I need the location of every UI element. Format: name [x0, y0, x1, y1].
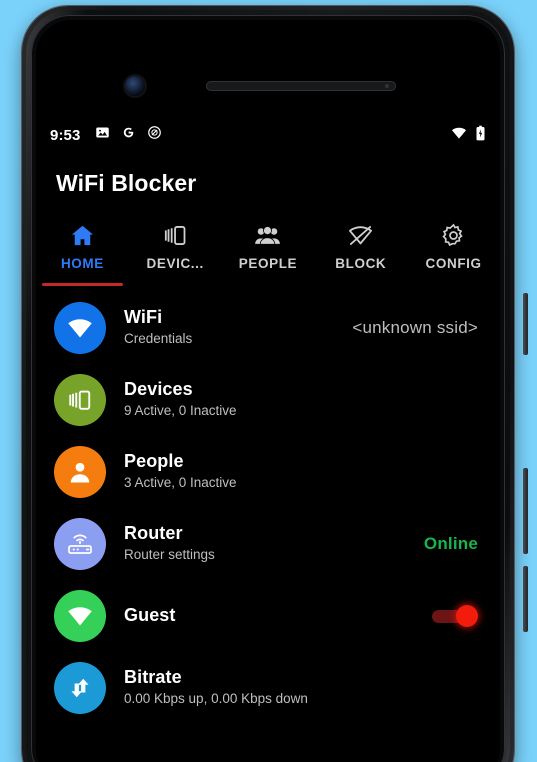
- status-badge: Online: [423, 534, 478, 553]
- tab-home[interactable]: HOME: [36, 210, 129, 295]
- status-bar: 9:53: [36, 120, 500, 150]
- devices-icon: [162, 220, 189, 250]
- wifi-ssid-value: <unknown ssid>: [352, 318, 478, 337]
- wifi-icon: [54, 302, 106, 354]
- list-item-text: Guest: [124, 605, 176, 627]
- home-list: WiFi Credentials <unknown ssid> Devices: [36, 292, 500, 724]
- list-item-router[interactable]: Router Router settings Online: [36, 508, 500, 580]
- list-item-title: Guest: [124, 605, 176, 626]
- list-item-text: Bitrate 0.00 Kbps up, 0.00 Kbps down: [124, 667, 308, 708]
- list-item-wifi[interactable]: WiFi Credentials <unknown ssid>: [36, 292, 500, 364]
- earpiece-speaker: [206, 81, 396, 91]
- list-item-text: Router Router settings: [124, 523, 215, 564]
- list-item-right: Online: [424, 534, 478, 554]
- screenshot-stage: 9:53 WiFi Blocker HOME DEVIC... PEOPLE B…: [0, 0, 537, 762]
- tab-label-config: CONFIG: [425, 256, 482, 271]
- power-button[interactable]: [523, 293, 528, 355]
- list-item-subtitle: Router settings: [124, 547, 215, 563]
- tab-active-indicator: [42, 283, 123, 286]
- status-bar-notification-icons: [95, 125, 162, 145]
- list-item-people[interactable]: People 3 Active, 0 Inactive: [36, 436, 500, 508]
- list-item-title: WiFi: [124, 307, 163, 328]
- up-down-arrows-icon: [54, 662, 106, 714]
- list-item-title: Bitrate: [124, 667, 182, 688]
- list-item-text: Devices 9 Active, 0 Inactive: [124, 379, 237, 420]
- wifi-off-icon: [347, 220, 374, 250]
- list-item-subtitle: 3 Active, 0 Inactive: [124, 475, 237, 491]
- wifi-icon: [451, 125, 467, 146]
- wifi-icon: [54, 590, 106, 642]
- list-item-devices[interactable]: Devices 9 Active, 0 Inactive: [36, 364, 500, 436]
- devices-icon: [54, 374, 106, 426]
- front-camera: [125, 76, 145, 96]
- tab-block[interactable]: BLOCK: [314, 210, 407, 295]
- list-item-title: People: [124, 451, 184, 472]
- list-item-title: Router: [124, 523, 183, 544]
- tab-bar: HOME DEVIC... PEOPLE BLOCK CONFIG: [36, 210, 500, 295]
- volume-up-button[interactable]: [523, 468, 528, 554]
- list-item-right: [432, 605, 478, 627]
- gear-icon: [440, 220, 467, 250]
- list-item-subtitle: 9 Active, 0 Inactive: [124, 403, 237, 419]
- list-item-right: <unknown ssid>: [352, 318, 478, 338]
- tab-people[interactable]: PEOPLE: [222, 210, 315, 295]
- list-item-subtitle: 0.00 Kbps up, 0.00 Kbps down: [124, 691, 308, 707]
- toggle-thumb: [456, 605, 478, 627]
- volume-down-button[interactable]: [523, 566, 528, 632]
- tab-label-home: HOME: [60, 256, 104, 271]
- router-icon: [54, 518, 106, 570]
- list-item-title: Devices: [124, 379, 193, 400]
- tab-devices[interactable]: DEVIC...: [129, 210, 222, 295]
- list-item-guest[interactable]: Guest: [36, 580, 500, 652]
- home-icon: [69, 220, 96, 250]
- list-item-text: WiFi Credentials: [124, 307, 192, 348]
- phone-screen: 9:53 WiFi Blocker HOME DEVIC... PEOPLE B…: [36, 20, 500, 762]
- list-item-text: People 3 Active, 0 Inactive: [124, 451, 237, 492]
- page-title: WiFi Blocker: [56, 169, 197, 196]
- tab-config[interactable]: CONFIG: [407, 210, 500, 295]
- tab-label-devices: DEVIC...: [146, 256, 204, 271]
- people-icon: [254, 220, 281, 250]
- person-icon: [54, 446, 106, 498]
- app-bar: WiFi Blocker: [36, 158, 500, 208]
- status-bar-system-icons: [451, 125, 486, 146]
- image-icon: [95, 125, 110, 145]
- guest-toggle[interactable]: [432, 605, 478, 627]
- tab-label-block: BLOCK: [335, 256, 387, 271]
- tab-label-people: PEOPLE: [238, 256, 298, 271]
- status-bar-clock: 9:53: [50, 126, 81, 144]
- do-not-disturb-icon: [147, 125, 162, 145]
- list-item-bitrate[interactable]: Bitrate 0.00 Kbps up, 0.00 Kbps down: [36, 652, 500, 724]
- list-item-subtitle: Credentials: [124, 331, 193, 347]
- battery-charging-icon: [475, 125, 486, 146]
- google-g-icon: [121, 125, 136, 145]
